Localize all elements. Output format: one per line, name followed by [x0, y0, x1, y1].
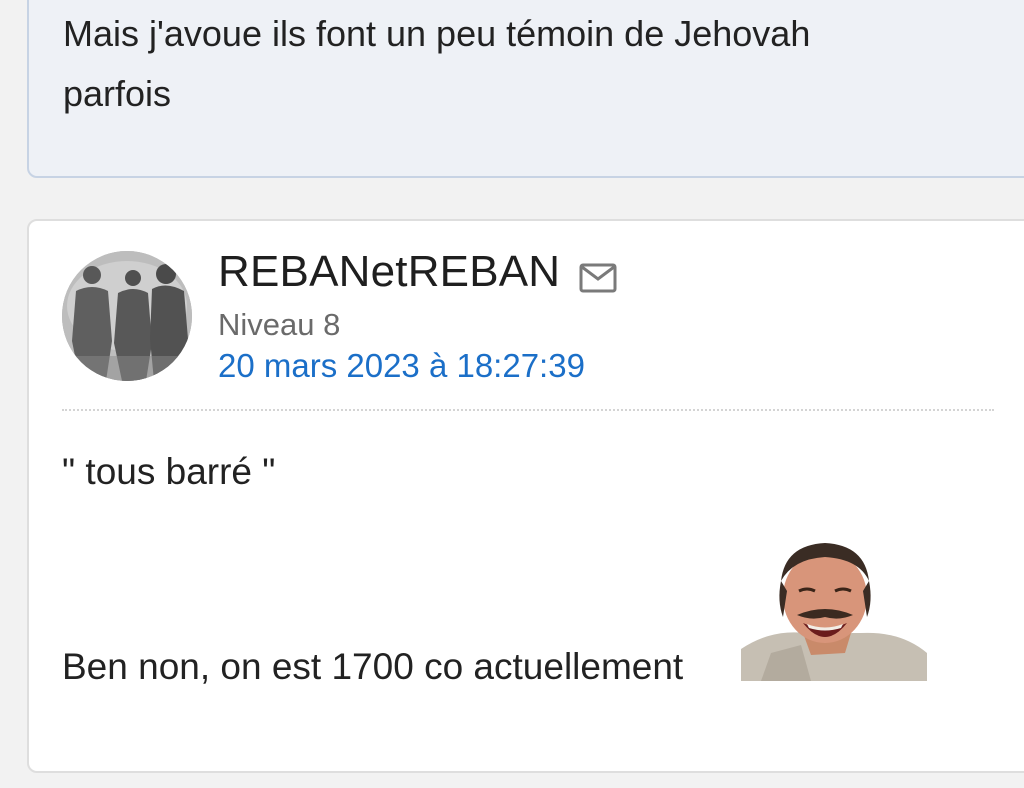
previous-post-line-1: Mais j'avoue ils font un peu témoin de J…: [63, 13, 811, 54]
previous-post-card: Mais j'avoue ils font un peu témoin de J…: [27, 0, 1024, 178]
author-level: Niveau 8: [218, 307, 341, 342]
risitas-sticker-icon: [741, 543, 927, 681]
post-card: REBANetREBAN Niveau 8 20 mars 2023 à 18:…: [27, 219, 1024, 773]
previous-post-line-2: parfois: [63, 73, 172, 114]
mail-icon[interactable]: [579, 263, 617, 293]
post-quote: " tous barré ": [62, 451, 276, 492]
avatar-silhouettes-icon: [62, 251, 192, 381]
author-name[interactable]: REBANetREBAN: [218, 247, 560, 297]
post-date-link[interactable]: 20 mars 2023 à 18:27:39: [218, 347, 585, 385]
forum-page: Mais j'avoue ils font un peu témoin de J…: [0, 0, 1024, 788]
post-body-text: Ben non, on est 1700 co actuellement: [62, 646, 684, 687]
header-divider: [62, 409, 994, 411]
previous-post-text: Mais j'avoue ils font un peu témoin de J…: [63, 4, 963, 124]
avatar[interactable]: [62, 251, 192, 381]
